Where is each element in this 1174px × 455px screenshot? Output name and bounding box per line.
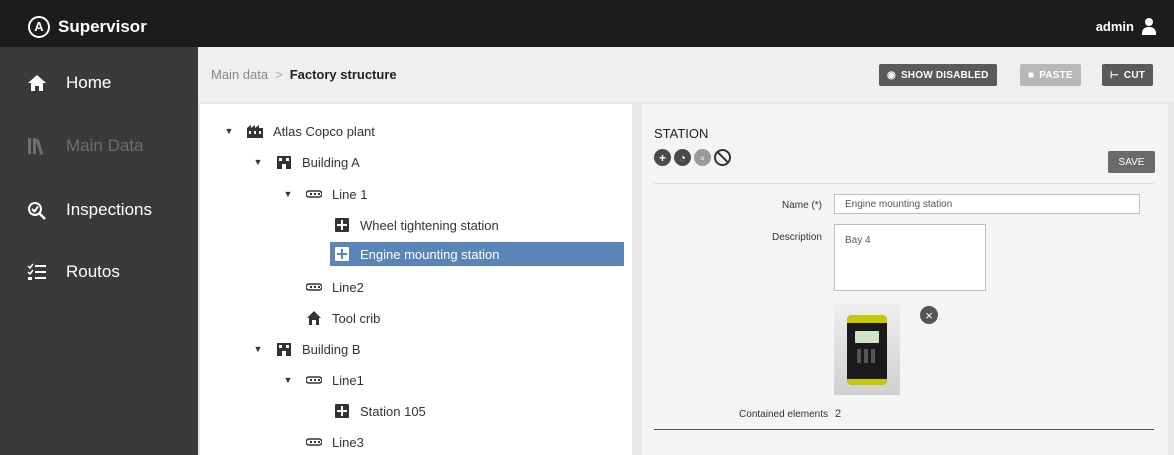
copy-button[interactable]: ▫ bbox=[694, 149, 711, 166]
books-icon bbox=[26, 135, 48, 157]
add-button[interactable]: + bbox=[654, 149, 671, 166]
name-field[interactable]: Engine mounting station bbox=[834, 194, 1140, 214]
sidebar-item-label: Main Data bbox=[66, 136, 144, 155]
tree-node-line1-b[interactable]: ▼ Line1 bbox=[282, 368, 364, 392]
station-image bbox=[834, 304, 900, 395]
tree-node-label: Building B bbox=[302, 341, 361, 357]
sidebar-item-home[interactable]: Home bbox=[0, 63, 198, 103]
tree-node-label: Line3 bbox=[332, 434, 364, 450]
divider bbox=[654, 429, 1154, 430]
tree-node-line2[interactable]: Line2 bbox=[306, 275, 364, 299]
sidebar-item-routes[interactable]: Routos bbox=[0, 252, 198, 292]
caret-down-icon[interactable]: ▼ bbox=[282, 189, 294, 199]
tree-node-label: Wheel tightening station bbox=[360, 217, 499, 233]
paste-button[interactable]: ■ PASTE bbox=[1020, 64, 1081, 86]
close-icon[interactable]: × bbox=[920, 306, 938, 324]
paste-label: PASTE bbox=[1039, 69, 1073, 81]
inspection-icon bbox=[26, 199, 48, 221]
line-icon bbox=[306, 280, 322, 294]
caret-down-icon[interactable]: ▼ bbox=[252, 157, 264, 167]
building-icon bbox=[276, 342, 292, 356]
tree-node-line3[interactable]: Line3 bbox=[306, 430, 364, 454]
cut-button[interactable]: ⊢ CUT bbox=[1102, 64, 1154, 86]
tree-node-tool-crib[interactable]: Tool crib bbox=[306, 306, 380, 330]
tree-node-label: Line1 bbox=[332, 372, 364, 388]
breadcrumb: Main data > Factory structure bbox=[211, 67, 397, 82]
copy-icon: ▫ bbox=[700, 150, 705, 165]
description-label: Description bbox=[771, 232, 822, 243]
list-icon bbox=[26, 261, 48, 283]
clock-icon: ◔ bbox=[678, 150, 687, 165]
app-title: Supervisor bbox=[58, 16, 147, 36]
device-image bbox=[847, 314, 887, 385]
cut-icon: ⊢ bbox=[1110, 69, 1119, 81]
home-icon bbox=[26, 72, 48, 94]
plus-icon: + bbox=[658, 150, 666, 165]
tree-node-label: Line 1 bbox=[332, 186, 368, 202]
name-label: Name (*) bbox=[781, 200, 822, 211]
tree-panel: ▼ Atlas Copco plant ▼ Building A ▼ Line … bbox=[200, 104, 632, 455]
sidebar-item-label: Home bbox=[66, 73, 112, 92]
tree-node-building-b[interactable]: ▼ Building B bbox=[252, 337, 361, 361]
tree-node-line-1[interactable]: ▼ Line 1 bbox=[282, 182, 368, 206]
brand[interactable]: A Supervisor bbox=[0, 6, 198, 47]
tree-node-station-105[interactable]: Station 105 bbox=[334, 399, 426, 423]
sidebar-item-inspections[interactable]: Inspections bbox=[0, 190, 198, 230]
tree-node-label: Building A bbox=[302, 154, 360, 170]
tree-node-engine-station[interactable]: Engine mounting station bbox=[330, 242, 624, 266]
station-icon bbox=[334, 404, 350, 418]
breadcrumb-bar: Main data > Factory structure ◉ SHOW DIS… bbox=[198, 47, 1174, 102]
paste-icon: ■ bbox=[1028, 69, 1035, 81]
cut-label: CUT bbox=[1123, 69, 1146, 81]
tree-node-label: Line2 bbox=[332, 279, 364, 295]
tree-node-building-a[interactable]: ▼ Building A bbox=[252, 150, 360, 174]
tree-node-plant[interactable]: ▼ Atlas Copco plant bbox=[223, 119, 375, 143]
line-icon bbox=[306, 373, 322, 387]
sidebar: Home Main Data Inspections Routos bbox=[0, 47, 198, 455]
caret-down-icon[interactable]: ▼ bbox=[223, 126, 235, 136]
eye-icon: ◉ bbox=[887, 69, 896, 81]
tree-node-wheel-station[interactable]: Wheel tightening station bbox=[334, 213, 499, 237]
caret-down-icon[interactable]: ▼ bbox=[252, 344, 264, 354]
brand-logo-icon: A bbox=[28, 15, 50, 38]
top-bar: A Supervisor admin bbox=[0, 0, 1174, 47]
caret-down-icon[interactable]: ▼ bbox=[282, 375, 294, 385]
building-icon bbox=[276, 155, 292, 169]
station-icon bbox=[334, 247, 350, 261]
detail-panel: STATION + ◔ ▫ SAVE Name (*) Engine mount… bbox=[642, 104, 1168, 455]
show-disabled-label: SHOW DISABLED bbox=[900, 69, 989, 81]
breadcrumb-parent[interactable]: Main data bbox=[211, 67, 268, 82]
line-icon bbox=[306, 435, 322, 449]
user-menu[interactable]: admin bbox=[1095, 18, 1156, 35]
tree-node-label: Station 105 bbox=[360, 403, 426, 419]
line-icon bbox=[306, 187, 322, 201]
user-name: admin bbox=[1095, 18, 1134, 34]
factory-icon bbox=[247, 124, 263, 138]
tree-node-label: Atlas Copco plant bbox=[273, 123, 375, 139]
contained-elements-label: Contained elements bbox=[739, 409, 828, 420]
page-title: Factory structure bbox=[289, 67, 397, 82]
sidebar-item-label: Inspections bbox=[66, 200, 152, 219]
tree-node-label: Tool crib bbox=[332, 310, 381, 326]
breadcrumb-separator: > bbox=[275, 67, 283, 82]
sidebar-item-main-data[interactable]: Main Data bbox=[0, 126, 198, 166]
contained-elements-value: 2 bbox=[835, 408, 842, 420]
disable-button[interactable] bbox=[714, 149, 731, 166]
house-icon bbox=[306, 311, 322, 325]
show-disabled-button[interactable]: ◉ SHOW DISABLED bbox=[879, 64, 997, 86]
description-field[interactable]: Bay 4 bbox=[834, 224, 986, 291]
station-icon bbox=[334, 218, 350, 232]
save-button[interactable]: SAVE bbox=[1108, 151, 1155, 173]
detail-title: STATION bbox=[654, 126, 709, 141]
user-icon bbox=[1142, 18, 1156, 35]
sidebar-item-label: Routos bbox=[66, 262, 120, 281]
tree-node-label: Engine mounting station bbox=[360, 246, 500, 262]
edit-button[interactable]: ◔ bbox=[674, 149, 691, 166]
divider bbox=[654, 183, 1154, 184]
